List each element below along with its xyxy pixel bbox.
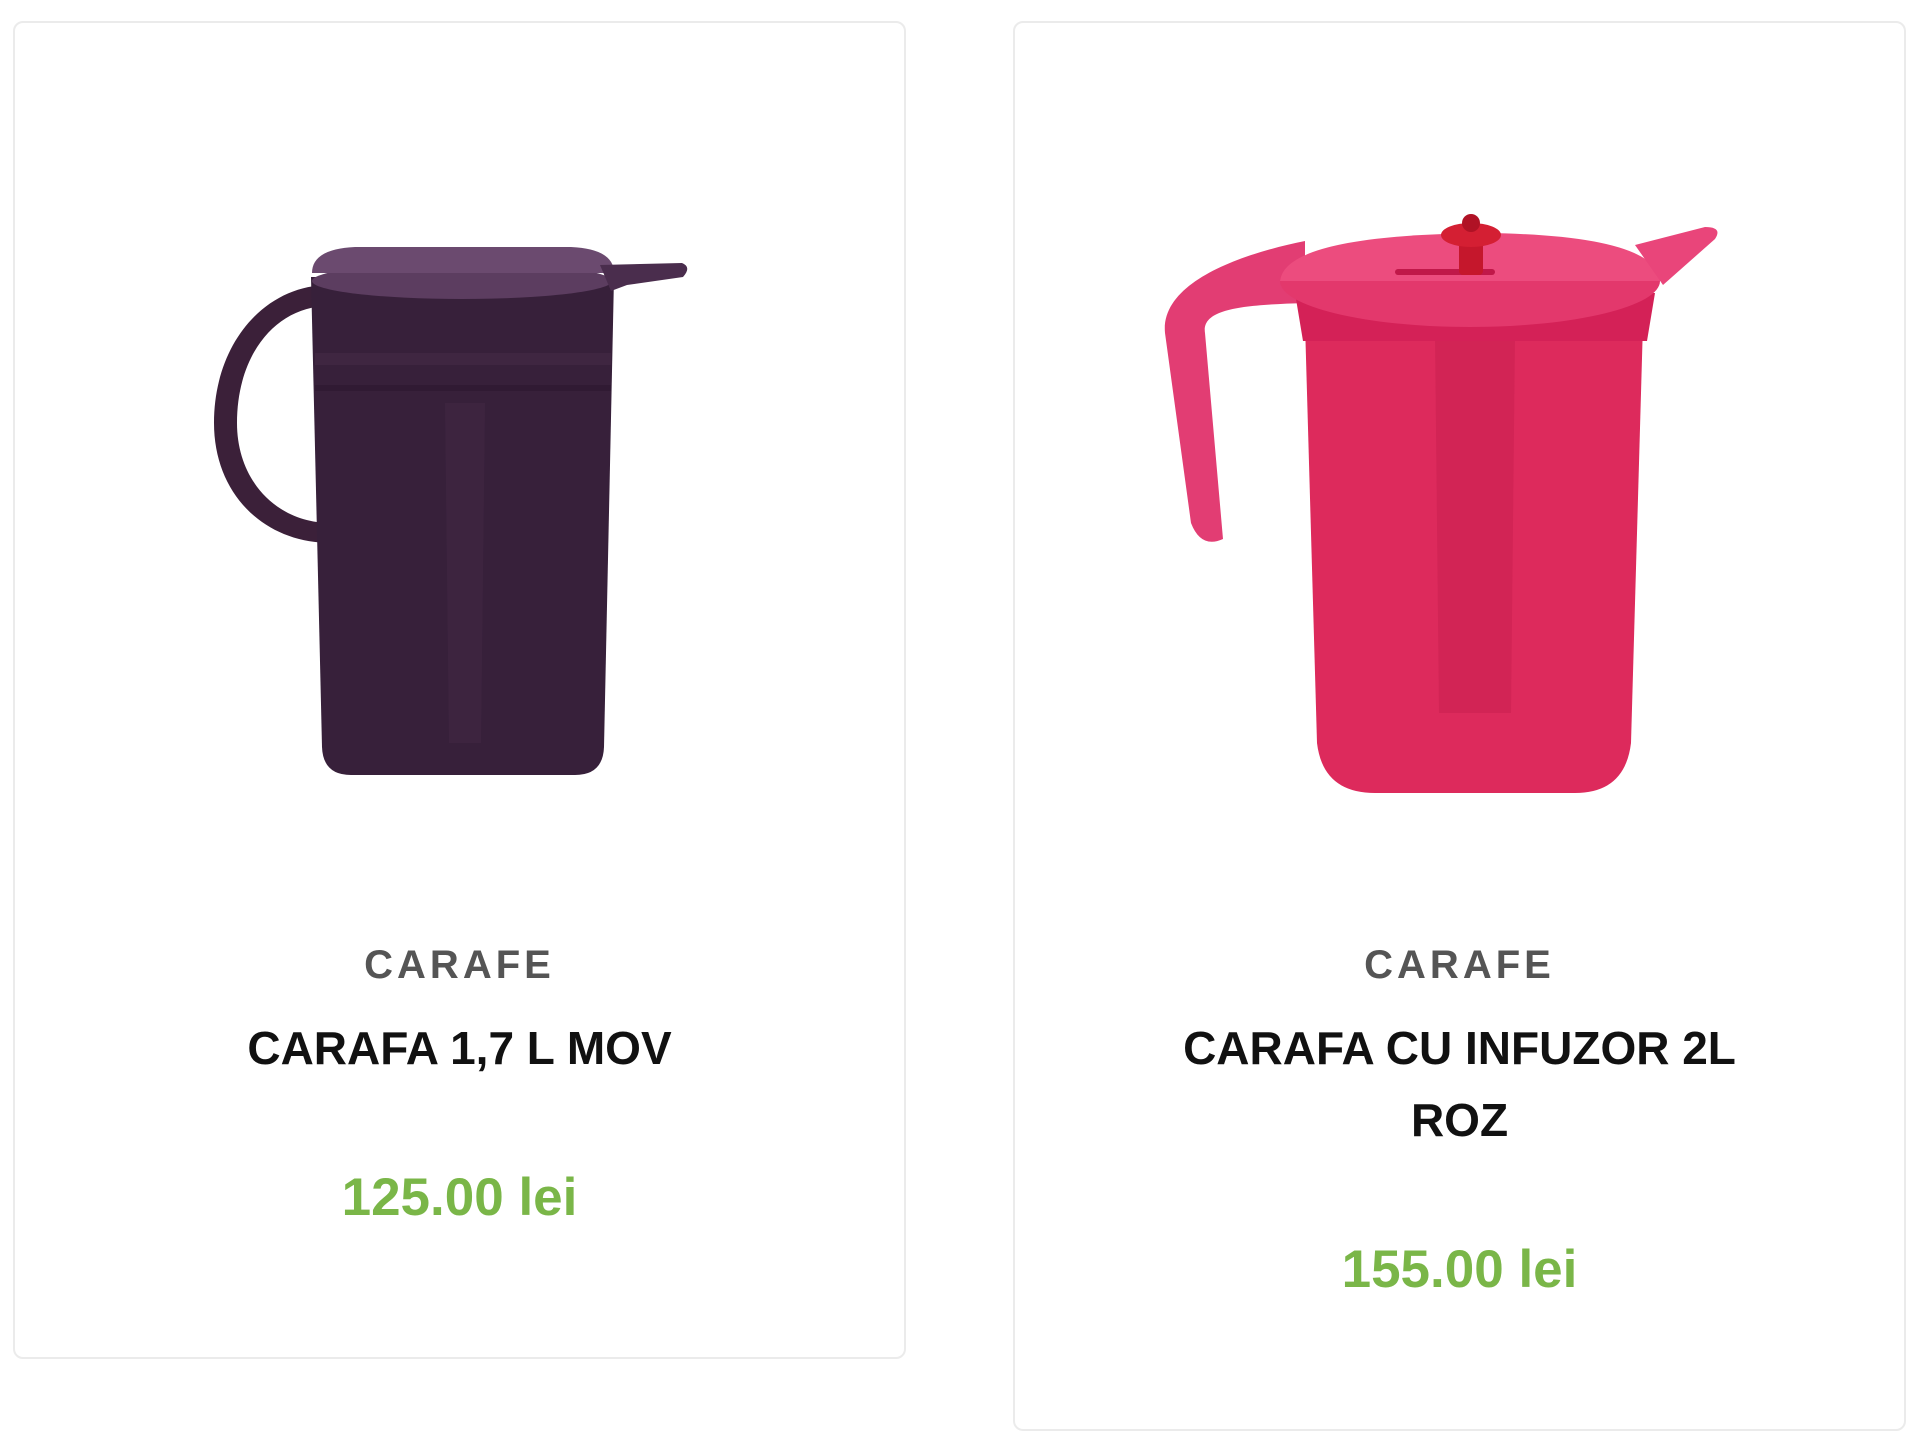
product-price: 155.00 lei — [1341, 1240, 1578, 1299]
product-price: 125.00 lei — [341, 1168, 578, 1227]
product-category[interactable]: CARAFE — [15, 941, 904, 989]
purple-pitcher-image[interactable] — [15, 23, 904, 823]
product-card[interactable]: CARAFE CARAFA 1,7 L MOV 125.00 lei — [13, 21, 906, 1359]
product-title[interactable]: CARAFA 1,7 L MOV — [135, 1012, 784, 1084]
product-card[interactable]: CARAFE CARAFA CU INFUZOR 2L ROZ 155.00 l… — [1013, 21, 1906, 1431]
product-title[interactable]: CARAFA CU INFUZOR 2L ROZ — [1135, 1012, 1784, 1156]
pink-infuser-pitcher-image[interactable] — [1015, 23, 1904, 823]
product-category[interactable]: CARAFE — [1015, 941, 1904, 989]
